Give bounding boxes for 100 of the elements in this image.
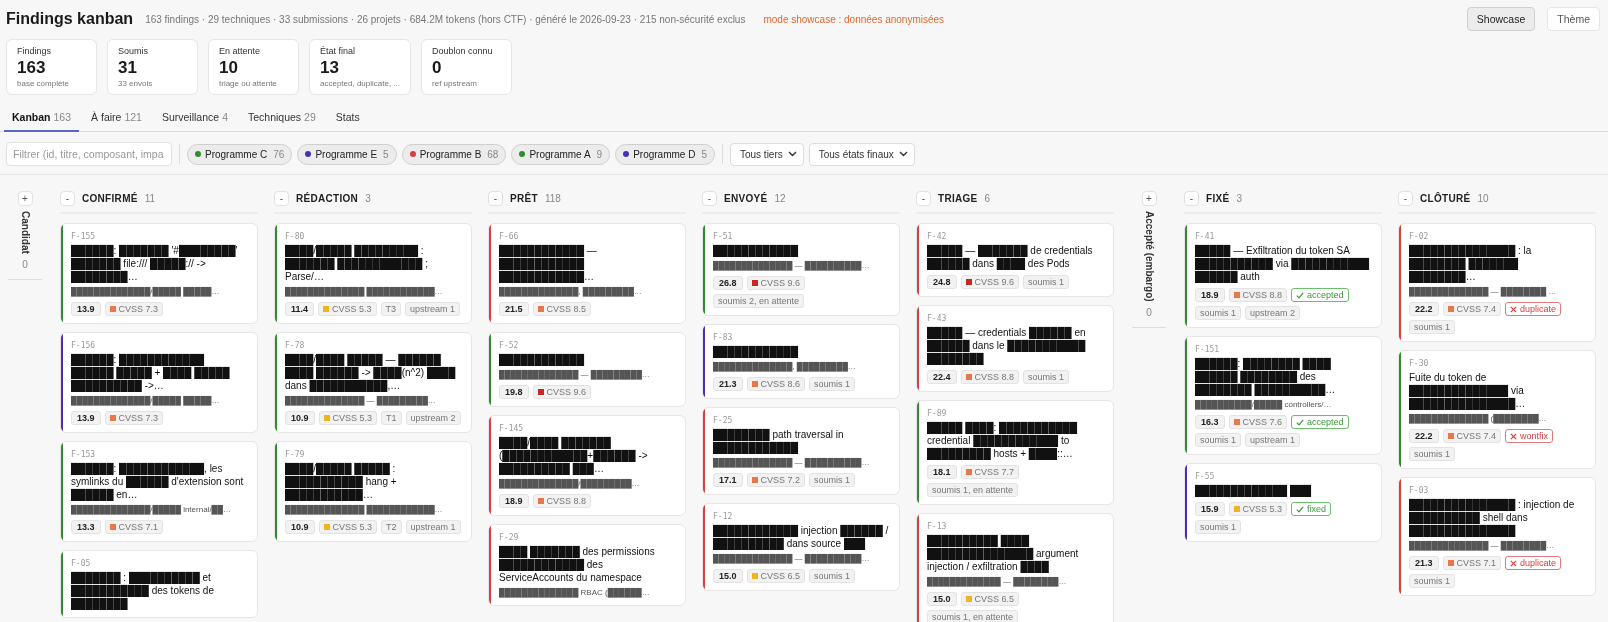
cvss-tag: CVSS 9.6 — [960, 275, 1020, 289]
expand-button[interactable]: + — [1141, 191, 1157, 206]
stat-value: 13 — [320, 58, 340, 78]
collapse-button[interactable]: - — [1184, 191, 1199, 206]
finding-card[interactable]: F-03 ███████████████ : injection de ██████████ shell dans ███████████████ ██████████████ — ████████… 21.3 CVSS 7.1 duplicate soumis 1 — [1398, 477, 1596, 596]
finding-card[interactable]: F-43 █████ — credentials ██████ en ██████ dans le ███████████ ████████ 22.4 CVSS 8.8 soumis 1 — [916, 305, 1114, 392]
expand-button[interactable]: + — [17, 191, 33, 206]
stat-note: ref upstream — [432, 79, 478, 88]
stat-value: 31 — [118, 58, 138, 78]
collapse-button[interactable]: - — [1398, 191, 1413, 206]
score-tag: 18.9 — [499, 494, 529, 508]
program-filter[interactable]: Programme C 76 — [187, 143, 293, 165]
finding-path: ██████████████ — ████████… — [1409, 540, 1556, 551]
filter-field[interactable]: Filtrer (id, titre, composant, impa — [6, 142, 172, 166]
finding-path: ██████████/█████ controllers/… — [1195, 399, 1333, 410]
info-tag: soumis 1 — [1023, 370, 1070, 384]
collapse-button[interactable]: - — [274, 191, 289, 206]
filter-select[interactable]: Tous états finaux — [808, 142, 915, 166]
cvss-tag: CVSS 6.5 — [960, 592, 1020, 606]
finding-id: F-51 — [713, 232, 734, 241]
finding-card[interactable]: F-29 ████ ███████ des permissions ████████████ des ServiceAccounts du namespace ██████████████ RBAC (██████… — [488, 524, 686, 606]
filter-select[interactable]: Tous tiers — [729, 142, 804, 166]
score-tag: 10.9 — [285, 520, 315, 534]
info-tag: soumis 1, en attente — [927, 483, 1019, 497]
finding-title: ████████████ — ████████████ ████████████… — [499, 244, 598, 283]
program-filter[interactable]: Programme B 68 — [401, 143, 507, 165]
collapse-button[interactable]: - — [916, 191, 931, 206]
finding-path: ██████████████ — ██████████… — [713, 457, 871, 468]
finding-card[interactable]: F-79 ████/█████ █████ : ███████████ hang + ███████████… ██████████████ ████████████… 10.9 CVSS 5.3 T2 upstream 1 — [274, 441, 472, 542]
cvss-tag: CVSS 6.5 — [746, 569, 806, 583]
finding-title: ██████: ███████ '#████████' ███████ file:/// █████:// -> ████████… — [71, 244, 239, 283]
finding-card[interactable]: F-89 █████ ████: ███████████ credential ████████████ to █████████ hosts + ████::… 18.1 CVSS 7.7 soumis 1, en attente — [916, 400, 1114, 505]
finding-card[interactable]: F-156 ██████: ████████████ ██████ █████ + ████ █████ ██████████ ->… ██████████████/█████ █████… 13.9 CVSS 7.3 — [60, 332, 258, 433]
finding-card[interactable]: F-151 ██████: ████████ ████ ██████ ████████ des ████████ ██████████… ██████████/█████ controllers/… 16.3 CVSS 7.6 accepted soumis 1 upstream 1 — [1184, 336, 1382, 455]
header-button[interactable]: Thème — [1547, 7, 1600, 31]
finding-path: ██████████████ — █████████… — [285, 395, 437, 406]
finding-title: ████████████ injection ██████ / ██████████ dans source ███ — [713, 524, 890, 550]
cvss-tag: CVSS 7.1 — [104, 520, 164, 534]
info-tag: upstream 1 — [405, 302, 461, 316]
program-filter[interactable]: Programme A 9 — [511, 143, 611, 165]
finding-card[interactable]: F-42 █████ — ███████ de credentials ██████ dans ████ des Pods 24.8 CVSS 9.6 soumis 1 — [916, 223, 1114, 297]
finding-card[interactable]: F-02 ███████████████ : la ████████ ███████ ████████… ██████████████ — ████████ … 22.2 CVSS 7.4 duplicate soumis 1 — [1398, 223, 1596, 342]
score-tag: 13.3 — [71, 520, 101, 534]
finding-card[interactable]: F-153 ██████: ████████████, les symlinks du ██████ d'extension sont ██████ en… ██████████████/█████ internal/██… 13.3 CVSS 7.1 — [60, 441, 258, 542]
finding-path: ██████████████/█████████… — [499, 478, 641, 489]
finding-path: ██████████████ — ████████ … — [1409, 286, 1558, 297]
collapse-button[interactable]: - — [60, 191, 75, 206]
finding-card[interactable]: F-51 ████████████ ██████████████ — ██████████… 26.8 CVSS 9.6 soumis 2, en attente — [702, 223, 900, 316]
finding-id: F-42 — [927, 232, 948, 241]
finding-card[interactable]: F-66 ████████████ — ████████████ ████████████… ██████████████, █████████… 21.5 CVSS 8.5 — [488, 223, 686, 324]
status-tag: duplicate — [1505, 302, 1562, 316]
finding-id: F-12 — [713, 512, 734, 521]
cvss-tag: CVSS 8.8 — [960, 370, 1020, 384]
finding-title: ██████: ████████████ ██████ █████ + ████ █████ ██████████ ->… — [71, 353, 231, 392]
finding-title: ████████████ — [713, 244, 800, 257]
info-tag: upstream 2 — [1245, 306, 1301, 320]
finding-card[interactable]: F-155 ██████: ███████ '#████████' ███████ file:/// █████:// -> ████████… ██████████████/█████ █████… 13.9 CVSS 7.3 — [60, 223, 258, 324]
finding-card[interactable]: F-80 ████/█████ █████████ : ███████ ████████████ ; Parse/… ██████████████ ████████████… 11.4 CVSS 5.3 T3 upstream 1 — [274, 223, 472, 324]
finding-path: ██████████████/█████ internal/██… — [71, 504, 232, 515]
finding-path: ██████████████ (████████… — [1409, 413, 1548, 424]
finding-card[interactable]: F-41 █████ — Exfiltration du token SA ███████████ via ███████████ ██████ auth 18.9 CVSS 8.8 accepted soumis 1 upstream 2 — [1184, 223, 1382, 328]
tab[interactable]: Techniques 29 — [240, 107, 324, 132]
stat-value: 163 — [17, 58, 47, 78]
finding-path: ██████████████/█████ █████… — [71, 286, 221, 297]
program-filter[interactable]: Programme E 5 — [297, 143, 397, 165]
cvss-tag: CVSS 8.8 — [1228, 288, 1288, 302]
finding-id: F-43 — [927, 314, 948, 323]
finding-path: ██████████████/█████ █████… — [71, 395, 221, 406]
column-title: TRIAGE — [938, 193, 978, 204]
collapse-button[interactable]: - — [702, 191, 717, 206]
score-tag: 19.8 — [499, 385, 529, 399]
finding-card[interactable]: F-55 █████████████ ███ 15.9 CVSS 5.3 fixed soumis 1 — [1184, 463, 1382, 542]
tab[interactable]: Surveillance 4 — [153, 107, 236, 132]
column-count: 6 — [984, 193, 991, 204]
finding-card[interactable]: F-25 ████████ path traversal in ████████████ ██████████████ — ██████████… 17.1 CVSS 7.2 soumis 1 — [702, 407, 900, 495]
stat-label: État final — [320, 46, 357, 56]
finding-card[interactable]: F-12 ████████████ injection ██████ / ██████████ dans source ███ ██████████████ — ██████████… 15.0 CVSS 6.5 soumis 1 — [702, 503, 900, 591]
finding-id: F-52 — [499, 341, 520, 350]
tab[interactable]: Kanban 163 — [4, 107, 80, 132]
score-tag: 24.8 — [927, 275, 957, 289]
finding-title: ██████████ ████ ███████████████ argument injection / exfiltration ████ — [927, 534, 1080, 573]
finding-path: ██████████████, █████████… — [499, 286, 643, 297]
header-button[interactable]: Showcase — [1466, 7, 1536, 31]
finding-card[interactable]: F-52 ████████████ ██████████████ — █████████… 19.8 CVSS 9.6 — [488, 332, 686, 407]
program-filter[interactable]: Programme D 5 — [615, 143, 715, 165]
tab[interactable]: Stats — [327, 107, 368, 132]
finding-title: ████████████ — [713, 345, 800, 358]
finding-card[interactable]: F-30 Fuite du token de ██████████████ via ███████████████… ██████████████ (████████… 22.2 CVSS 7.4 wontfix soumis 1 — [1398, 350, 1596, 469]
finding-card[interactable]: F-145 ████/████ ███████ (████████████+██████ -> ██████████ ███… ██████████████/█████████… 18.9 CVSS 8.8 — [488, 415, 686, 516]
finding-id: F-02 — [1409, 232, 1430, 241]
finding-card[interactable]: F-13 ██████████ ████ ███████████████ argument injection / exfiltration ████ █████████████ — ████████… 15.0 CVSS 6.5 soumis 1, en attente — [916, 513, 1114, 622]
score-tag: 18.9 — [1195, 288, 1225, 302]
collapse-button[interactable]: - — [488, 191, 503, 206]
info-tag: T1 — [381, 411, 402, 425]
column-title: Candidat — [19, 211, 31, 254]
finding-card[interactable]: F-83 ████████████ ██████████████, █████████… 21.3 CVSS 8.6 soumis 1 — [702, 324, 900, 399]
finding-card[interactable]: F-78 ████/████ █████ — ██████ ████ ██████ -> ████(n^2) ████ dans ███████████,… ██████████████ — █████████… 10.9 CVSS 5.3 T1 upstream 2 — [274, 332, 472, 433]
finding-card[interactable]: F-05 ███████ : ██████████ et ███████████ des tokens de ████████ — [60, 550, 258, 618]
tab[interactable]: À faire 121 — [83, 107, 150, 132]
cvss-tag: CVSS 7.4 — [1442, 302, 1502, 316]
